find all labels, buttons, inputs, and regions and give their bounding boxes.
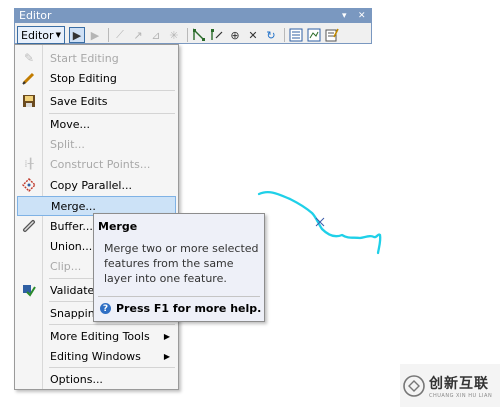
- watermark-en: CHUANG XIN HU LIAN: [429, 392, 493, 399]
- toolbar-options-icon[interactable]: ▾: [342, 9, 347, 23]
- menu-item-label: Copy Parallel...: [50, 178, 132, 192]
- menu-item-label: Union...: [50, 239, 93, 253]
- watermark: 创新互联 CHUANG XIN HU LIAN: [400, 364, 500, 407]
- buffer-icon: [17, 219, 41, 233]
- end-point-arc-icon[interactable]: ↗: [130, 27, 146, 43]
- trace-tool-icon[interactable]: ⊿: [148, 27, 164, 43]
- menu-item-construct-points[interactable]: ⁞╂ Construct Points...: [17, 154, 176, 174]
- edit-tool-icon[interactable]: ▶: [68, 27, 85, 43]
- tooltip-title: Merge: [98, 220, 138, 233]
- help-icon: ?: [100, 303, 111, 314]
- menu-item-start-editing[interactable]: ✎ Start Editing: [17, 48, 176, 68]
- menu-separator: [49, 367, 175, 368]
- tooltip-body: Merge two or more selected features from…: [104, 242, 259, 285]
- sketch-properties-icon[interactable]: [306, 27, 322, 43]
- rotate-tool-icon[interactable]: ↻: [263, 27, 279, 43]
- attributes-icon[interactable]: [288, 27, 304, 43]
- validate-icon: [17, 283, 41, 297]
- watermark-cn: 创新互联: [429, 375, 489, 392]
- toolbar-title: Editor: [19, 9, 52, 22]
- construct-points-icon: ⁞╂: [24, 158, 34, 170]
- submenu-arrow-icon: ▶: [163, 351, 170, 361]
- toolbar-title-bar[interactable]: Editor ▾ ✕: [15, 9, 371, 23]
- submenu-arrow-icon: ▶: [163, 331, 170, 341]
- menu-item-label: Clip...: [50, 259, 82, 273]
- editor-menu-button[interactable]: Editor ▼: [17, 26, 65, 44]
- menu-item-label: More Editing Tools: [50, 329, 150, 343]
- toolbar-separator: [107, 28, 109, 42]
- menu-item-label: Construct Points...: [50, 157, 151, 171]
- menu-item-save-edits[interactable]: Save Edits: [17, 91, 176, 111]
- menu-item-label: Validate: [50, 283, 95, 297]
- menu-item-label: Save Edits: [50, 94, 108, 108]
- edit-vertices-icon[interactable]: [191, 27, 207, 43]
- menu-item-label: Start Editing: [50, 51, 119, 65]
- close-icon[interactable]: ✕: [358, 9, 366, 23]
- menu-item-label: Buffer...: [50, 219, 93, 233]
- watermark-text: 创新互联 CHUANG XIN HU LIAN: [429, 373, 492, 399]
- menu-item-options[interactable]: Options...: [17, 369, 176, 389]
- menu-separator: [49, 324, 175, 325]
- tooltip-separator: [98, 296, 260, 297]
- tooltip-help: ? Press F1 for more help.: [100, 302, 261, 315]
- pencil-stop-icon: [17, 71, 41, 85]
- cut-polygons-icon[interactable]: ⊕: [227, 27, 243, 43]
- toolbar-separator: [186, 28, 188, 42]
- merge-tooltip: Merge Merge two or more selected feature…: [93, 213, 265, 322]
- menu-item-label: Options...: [50, 372, 103, 386]
- copy-parallel-icon: [17, 178, 41, 192]
- menu-item-label: Split...: [50, 137, 85, 151]
- toolbar-row: Editor ▼ ▶ ▶ ⟋ ↗ ⊿ ✳ ⊕ ✕ ↻: [17, 26, 342, 44]
- menu-item-label: Move...: [50, 117, 90, 131]
- menu-item-label: Merge...: [51, 199, 96, 213]
- reshape-feature-icon[interactable]: [209, 27, 225, 43]
- map-feature-line[interactable]: [250, 185, 390, 265]
- edit-annotation-tool-icon[interactable]: ▶: [87, 27, 103, 43]
- straight-segment-icon[interactable]: ⟋: [112, 27, 128, 43]
- menu-item-stop-editing[interactable]: Stop Editing: [17, 68, 176, 88]
- dropdown-arrow-icon: ▼: [55, 31, 61, 39]
- editor-menu-label: Editor: [21, 28, 54, 42]
- editor-toolbar: Editor ▾ ✕ Editor ▼ ▶ ▶ ⟋ ↗ ⊿ ✳ ⊕ ✕ ↻: [14, 8, 372, 44]
- toolbar-separator: [283, 28, 285, 42]
- menu-item-label: Editing Windows: [50, 349, 141, 363]
- split-tool-icon[interactable]: ✕: [245, 27, 261, 43]
- menu-item-more-editing-tools[interactable]: More Editing Tools ▶: [17, 326, 176, 346]
- menu-item-label: Stop Editing: [50, 71, 117, 85]
- tooltip-help-text: Press F1 for more help.: [116, 302, 262, 315]
- menu-item-split[interactable]: Split...: [17, 134, 176, 154]
- pencil-icon: ✎: [23, 51, 35, 65]
- menu-item-copy-parallel[interactable]: Copy Parallel...: [17, 175, 176, 195]
- save-edits-icon: [17, 94, 41, 108]
- create-features-icon[interactable]: [324, 27, 340, 43]
- menu-item-move[interactable]: Move...: [17, 114, 176, 134]
- watermark-logo-icon: [403, 374, 425, 397]
- menu-item-editing-windows[interactable]: Editing Windows ▶: [17, 346, 176, 366]
- point-tool-icon[interactable]: ✳: [166, 27, 182, 43]
